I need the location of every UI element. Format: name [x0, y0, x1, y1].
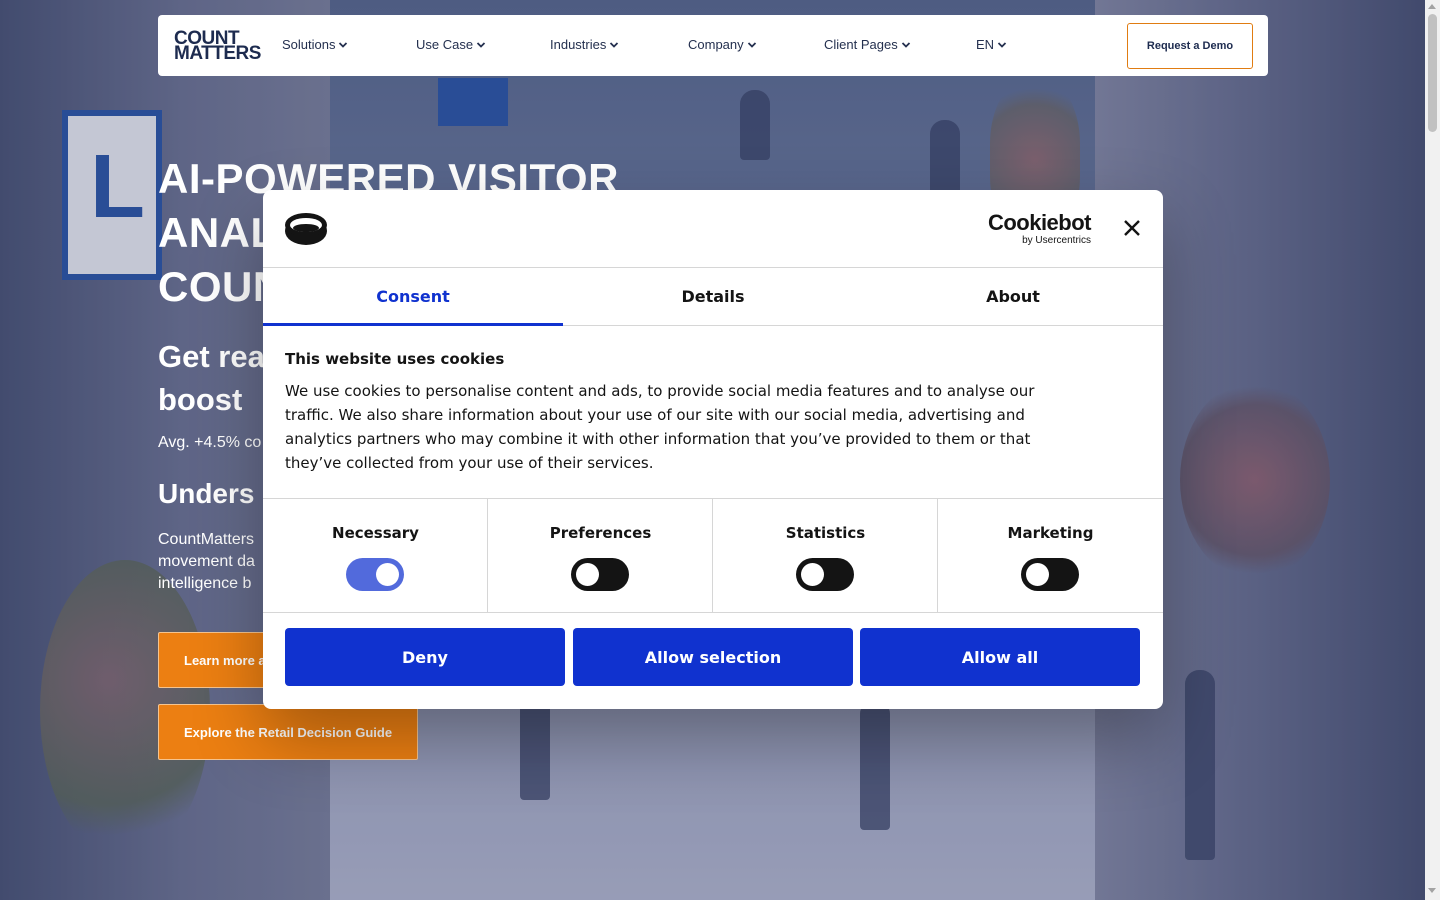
request-demo-button[interactable]: Request a Demo	[1127, 23, 1253, 69]
cookie-consent-dialog: Cookiebot by Usercentrics Consent Detail…	[263, 190, 1163, 709]
dialog-body-line: We use cookies to personalise content an…	[285, 382, 1035, 400]
cookiebot-logo-icon	[284, 212, 328, 246]
dialog-header: Cookiebot by Usercentrics	[263, 190, 1163, 268]
page-scrollbar[interactable]	[1425, 0, 1440, 900]
marketing-toggle[interactable]	[1021, 558, 1079, 591]
nav-label: EN	[976, 37, 995, 52]
category-marketing: Marketing	[938, 499, 1163, 612]
tab-about[interactable]: About	[863, 268, 1163, 325]
logo-line-2: MATTERS	[174, 43, 261, 64]
nav-industries[interactable]: Industries	[550, 37, 619, 52]
nav-company[interactable]: Company	[688, 37, 757, 52]
close-icon[interactable]	[1122, 218, 1142, 238]
nav-solutions[interactable]: Solutions	[282, 37, 348, 52]
nav-use-case[interactable]: Use Case	[416, 37, 486, 52]
toggle-knob	[576, 563, 599, 586]
scroll-down-arrow-icon[interactable]	[1428, 888, 1436, 893]
chevron-down-icon	[901, 40, 911, 50]
toggle-knob	[376, 563, 399, 586]
nav-label: Industries	[550, 37, 607, 52]
nav-label: Client Pages	[824, 37, 898, 52]
allow-selection-button[interactable]: Allow selection	[573, 628, 853, 686]
cookiebot-brand-sub: by Usercentrics	[1022, 235, 1091, 246]
scrollbar-thumb[interactable]	[1428, 14, 1437, 132]
chevron-down-icon	[747, 40, 757, 50]
category-label: Marketing	[1007, 524, 1094, 542]
dialog-body-line: traffic. We also share information about…	[285, 406, 1025, 424]
countmatters-logo[interactable]: COUNT MATTERS	[174, 29, 261, 64]
tab-details[interactable]: Details	[563, 268, 863, 325]
hero-avg-stat: Avg. +4.5% co	[158, 434, 262, 451]
nav-label: Use Case	[416, 37, 474, 52]
statistics-toggle[interactable]	[796, 558, 854, 591]
cookiebot-brand-name: Cookiebot	[987, 210, 1092, 235]
site-header: COUNT MATTERS Solutions Use Case Industr…	[158, 15, 1268, 76]
chevron-down-icon	[997, 40, 1007, 50]
nav-language[interactable]: EN	[976, 37, 1007, 52]
category-necessary: Necessary	[263, 499, 488, 612]
toggle-knob	[1026, 563, 1049, 586]
category-preferences: Preferences	[488, 499, 713, 612]
category-label: Statistics	[785, 524, 866, 542]
chevron-down-icon	[338, 40, 348, 50]
toggle-knob	[801, 563, 824, 586]
dialog-tabs: Consent Details About	[263, 268, 1163, 326]
category-label: Necessary	[332, 524, 419, 542]
dialog-title: This website uses cookies	[285, 350, 505, 368]
nav-label: Solutions	[282, 37, 336, 52]
category-label: Preferences	[549, 524, 652, 542]
dialog-body-line: analytics partners who may combine it wi…	[285, 430, 1031, 448]
retail-guide-button[interactable]: Explore the Retail Decision Guide	[158, 704, 418, 760]
chevron-down-icon	[609, 40, 619, 50]
consent-categories: Necessary Preferences Statistics Marketi…	[263, 498, 1163, 613]
category-statistics: Statistics	[713, 499, 938, 612]
hero-section-heading: Unders	[158, 478, 255, 509]
preferences-toggle[interactable]	[571, 558, 629, 591]
dialog-body-text: We use cookies to personalise content an…	[285, 379, 1125, 475]
scroll-up-arrow-icon[interactable]	[1428, 4, 1436, 9]
cookiebot-brand: Cookiebot by Usercentrics	[985, 210, 1092, 247]
tab-consent[interactable]: Consent	[263, 268, 563, 326]
chevron-down-icon	[476, 40, 486, 50]
deny-button[interactable]: Deny	[285, 628, 565, 686]
necessary-toggle[interactable]	[346, 558, 404, 591]
nav-client-pages[interactable]: Client Pages	[824, 37, 911, 52]
dialog-body-line: they’ve collected from your use of their…	[285, 454, 654, 472]
nav-label: Company	[688, 37, 744, 52]
allow-all-button[interactable]: Allow all	[860, 628, 1140, 686]
